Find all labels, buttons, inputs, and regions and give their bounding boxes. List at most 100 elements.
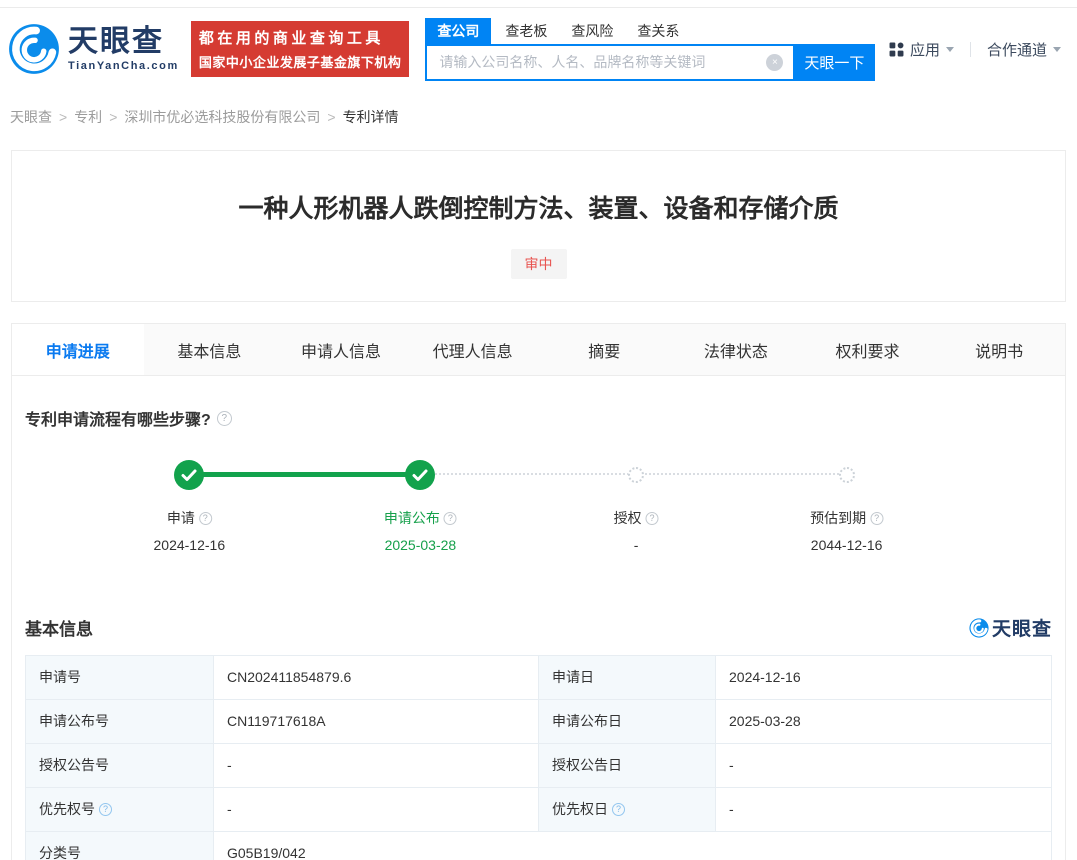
row-label-text: 优先权日 <box>552 788 608 831</box>
tab-description[interactable]: 说明书 <box>933 324 1065 375</box>
search-button[interactable]: 天眼一下 <box>793 44 875 81</box>
nav-coop-label: 合作通道 <box>987 39 1047 60</box>
table-row: 优先权号? - 优先权日? - <box>26 788 1052 832</box>
row-label: 申请公布日 <box>539 700 716 744</box>
tab-legal-status[interactable]: 法律状态 <box>670 324 802 375</box>
clear-icon[interactable]: × <box>766 54 783 71</box>
timeline-step-expiry: 预估到期? 2044-12-16 <box>810 508 883 553</box>
row-label: 优先权日? <box>539 788 716 832</box>
tab-basic-info[interactable]: 基本信息 <box>144 324 276 375</box>
step-label: 申请 <box>167 508 195 528</box>
search-tab-relation[interactable]: 查关系 <box>637 18 679 44</box>
help-icon[interactable]: ? <box>612 803 625 816</box>
nav-apps[interactable]: 应用 <box>889 39 954 60</box>
row-value: CN202411854879.6 <box>214 656 539 700</box>
aperture-swirl-icon <box>8 23 60 75</box>
nav-coop[interactable]: 合作通道 <box>987 39 1061 60</box>
breadcrumb-company[interactable]: 深圳市优必选科技股份有限公司 <box>124 109 320 125</box>
tab-applicant-info[interactable]: 申请人信息 <box>275 324 407 375</box>
promo-line2: 国家中小企业发展子基金旗下机构 <box>199 52 402 71</box>
timeline-connector-pending <box>636 473 847 475</box>
nav-divider <box>970 42 971 57</box>
search-tab-company[interactable]: 查公司 <box>425 18 491 44</box>
watermark-text: 天眼查 <box>992 614 1052 641</box>
progress-timeline: 申请? 2024-12-16 申请公布? 2025-03-28 授权? - 预估… <box>25 452 1052 570</box>
step-label: 授权 <box>614 508 642 528</box>
row-label-text: 优先权号 <box>39 788 95 831</box>
step-done-icon <box>405 460 435 490</box>
header-nav: 应用 合作通道 <box>889 39 1061 60</box>
row-value: - <box>214 744 539 788</box>
promo-line1: 都在用的商业查询工具 <box>199 27 402 48</box>
progress-section-heading: 专利申请流程有哪些步骤? ? <box>25 406 1052 430</box>
row-label: 优先权号? <box>26 788 214 832</box>
table-row: 授权公告号 - 授权公告日 - <box>26 744 1052 788</box>
row-value: - <box>716 744 1052 788</box>
step-pending-icon <box>628 467 644 483</box>
step-date: - <box>614 537 659 553</box>
step-date: 2025-03-28 <box>384 537 457 553</box>
row-label: 分类号 <box>26 832 214 860</box>
row-value: CN119717618A <box>214 700 539 744</box>
timeline-step-grant: 授权? - <box>614 508 659 553</box>
row-value: - <box>214 788 539 832</box>
row-value: - <box>716 788 1052 832</box>
breadcrumb-patent[interactable]: 专利 <box>74 109 102 125</box>
timeline-step-apply: 申请? 2024-12-16 <box>154 508 226 553</box>
row-label: 授权公告日 <box>539 744 716 788</box>
chevron-down-icon <box>1053 47 1061 52</box>
search-tabs: 查公司 查老板 查风险 查关系 <box>425 18 875 44</box>
row-label: 授权公告号 <box>26 744 214 788</box>
breadcrumb: 天眼查>专利>深圳市优必选科技股份有限公司>专利详情 <box>0 90 1077 140</box>
search-input[interactable] <box>425 44 793 81</box>
help-icon[interactable]: ? <box>870 512 883 525</box>
row-value: G05B19/042 <box>214 832 1052 860</box>
site-header: 天眼查 TianYanCha.com 都在用的商业查询工具 国家中小企业发展子基… <box>0 8 1077 90</box>
timeline-step-publication: 申请公布? 2025-03-28 <box>384 508 457 553</box>
breadcrumb-separator: > <box>59 109 67 125</box>
table-row: 申请公布号 CN119717618A 申请公布日 2025-03-28 <box>26 700 1052 744</box>
row-label: 申请号 <box>26 656 214 700</box>
basic-info-table: 申请号 CN202411854879.6 申请日 2024-12-16 申请公布… <box>25 655 1052 860</box>
apps-grid-icon <box>889 42 904 57</box>
row-value: 2024-12-16 <box>716 656 1052 700</box>
search-tab-risk[interactable]: 查风险 <box>571 18 613 44</box>
step-date: 2044-12-16 <box>810 537 883 553</box>
tianyancha-watermark: 天眼查 <box>969 614 1052 641</box>
patent-detail-card: 申请进展 基本信息 申请人信息 代理人信息 摘要 法律状态 权利要求 说明书 专… <box>11 323 1066 860</box>
brand-name: 天眼查 <box>68 26 179 58</box>
detail-tabbar: 申请进展 基本信息 申请人信息 代理人信息 摘要 法律状态 权利要求 说明书 <box>12 324 1065 376</box>
step-pending-icon <box>839 467 855 483</box>
breadcrumb-home[interactable]: 天眼查 <box>10 109 52 125</box>
step-label: 申请公布 <box>384 508 440 528</box>
nav-apps-label: 应用 <box>910 39 940 60</box>
help-icon[interactable]: ? <box>99 803 112 816</box>
table-row: 分类号 G05B19/042 <box>26 832 1052 860</box>
row-value: 2025-03-28 <box>716 700 1052 744</box>
help-icon[interactable]: ? <box>217 411 232 426</box>
step-date: 2024-12-16 <box>154 537 226 553</box>
help-icon[interactable]: ? <box>444 512 457 525</box>
breadcrumb-separator: > <box>109 109 117 125</box>
tab-agent-info[interactable]: 代理人信息 <box>407 324 539 375</box>
tianyancha-logo[interactable]: 天眼查 TianYanCha.com <box>8 23 179 75</box>
row-label: 申请日 <box>539 656 716 700</box>
row-label: 申请公布号 <box>26 700 214 744</box>
help-icon[interactable]: ? <box>646 512 659 525</box>
search-tab-boss[interactable]: 查老板 <box>505 18 547 44</box>
tab-abstract[interactable]: 摘要 <box>539 324 671 375</box>
step-label: 预估到期 <box>810 508 866 528</box>
step-done-icon <box>174 460 204 490</box>
basic-info-heading: 基本信息 <box>25 615 93 640</box>
chevron-down-icon <box>946 47 954 52</box>
breadcrumb-separator: > <box>327 109 335 125</box>
brand-domain: TianYanCha.com <box>68 60 179 72</box>
timeline-connector-pending <box>420 473 636 475</box>
table-row: 申请号 CN202411854879.6 申请日 2024-12-16 <box>26 656 1052 700</box>
tab-application-progress[interactable]: 申请进展 <box>12 324 144 375</box>
promo-banner: 都在用的商业查询工具 国家中小企业发展子基金旗下机构 <box>191 21 410 77</box>
top-divider <box>0 0 1077 8</box>
help-icon[interactable]: ? <box>199 512 212 525</box>
progress-heading-text: 专利申请流程有哪些步骤? <box>25 406 211 430</box>
tab-claims[interactable]: 权利要求 <box>802 324 934 375</box>
